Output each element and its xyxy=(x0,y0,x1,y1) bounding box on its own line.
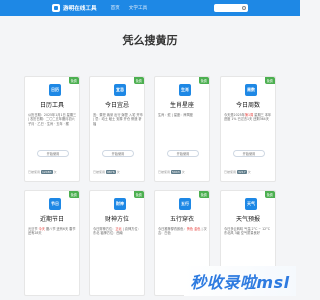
card-title: 近期节日 xyxy=(39,216,64,223)
five-elements-icon: 五行 xyxy=(179,198,191,210)
usage-number: 5043 xyxy=(170,170,181,174)
card-title: 五行穿衣 xyxy=(169,216,194,223)
nav: 首页 文学工具 xyxy=(111,5,157,11)
start-button[interactable]: 开始使用 xyxy=(102,150,134,157)
wealth-icon: 财神 xyxy=(114,198,126,210)
watermark: 秒收录啦msl xyxy=(184,266,296,296)
start-button[interactable]: 开始使用 xyxy=(37,150,69,157)
highlight-text: 黄色 金色 xyxy=(186,227,201,231)
icon-label: 五行 xyxy=(181,201,189,206)
usage-count: 已被使用 9876 次 xyxy=(93,170,120,174)
card-description: 公历日期：2025年1月1日 星期三 | 农历日期：二〇二五年腊月初六 子月 ·… xyxy=(28,113,77,126)
free-badge: 免费 xyxy=(133,191,144,198)
free-badge: 免费 xyxy=(198,191,209,198)
watermark-text: 秒收录啦msl xyxy=(190,273,290,292)
brand-name: 游明在线工具 xyxy=(63,6,97,12)
nav-item-home[interactable]: 首页 xyxy=(111,5,120,11)
icon-label: 节日 xyxy=(51,201,59,206)
card-title: 日历工具 xyxy=(39,102,64,109)
usage-unit: 次 xyxy=(181,170,185,174)
free-badge: 免费 xyxy=(198,77,209,84)
card-description: 今日多云转晴 气温 2°C ~ 12°C 东北风 3级 空气质量良好 xyxy=(224,227,270,236)
icon-label: 日历 xyxy=(51,87,59,92)
icon-label: 生肖 xyxy=(181,87,189,92)
usage-unit: 次 xyxy=(53,170,57,174)
free-badge: 免费 xyxy=(68,191,79,198)
usage-unit: 次 xyxy=(116,170,120,174)
card-description: 今天是2025年第1周 星期三 本年进度 1% 已过去1天 还剩364天 xyxy=(224,113,272,122)
zodiac-icon: 生肖 xyxy=(179,84,191,96)
highlight-text: 正北 xyxy=(115,227,122,231)
holiday-icon: 节日 xyxy=(49,198,61,210)
usage-unit: 次 xyxy=(247,170,251,174)
free-badge: 免费 xyxy=(68,77,79,84)
card-title: 今日宜忌 xyxy=(104,102,129,109)
start-button[interactable]: 开始使用 xyxy=(233,150,265,157)
icon-label: 财神 xyxy=(116,201,124,206)
highlight-text: 第1周 xyxy=(244,113,254,117)
usage-label: 已被使用 xyxy=(28,170,41,174)
calendar-icon: 日历 xyxy=(49,84,61,96)
tool-card-wealth-direction[interactable]: 免费 财神 财神方位 今日财神方位：正北 | 喜神方位：东北 福神方位：西南 xyxy=(89,190,145,296)
usage-number: 9876 xyxy=(105,170,116,174)
usage-label: 已被使用 xyxy=(158,170,171,174)
tool-card-calendar[interactable]: 免费 日历 日历工具 公历日期：2025年1月1日 星期三 | 农历日期：二〇二… xyxy=(24,76,80,182)
card-description: 生肖：蛇 | 星座：摩羯座 xyxy=(158,113,193,117)
page-title: 凭么搜黄历 xyxy=(122,34,178,47)
logo-icon xyxy=(52,4,60,12)
top-navbar: 游明在线工具 首页 文学工具 xyxy=(0,0,300,16)
card-description: 元旦节 今天 腊八节 还有6天 春节 还有28天 xyxy=(28,227,76,236)
almanac-icon: 宜忌 xyxy=(114,84,126,96)
card-description: 宜：祭祀 纳采 出行 嫁娶 入宅 开市 | 忌：动土 破土 安葬 开仓 修造 祈… xyxy=(93,113,143,126)
week-icon: 周数 xyxy=(245,84,257,96)
free-badge: 免费 xyxy=(264,77,275,84)
card-description: 今日财神方位：正北 | 喜神方位：东北 福神方位：西南 xyxy=(93,227,141,236)
usage-label: 已被使用 xyxy=(93,170,106,174)
usage-number: 12483 xyxy=(40,170,53,174)
start-button[interactable]: 开始使用 xyxy=(167,150,199,157)
tool-card-holidays[interactable]: 免费 节日 近期节日 元旦节 今天 腊八节 还有6天 春节 还有28天 xyxy=(24,190,80,296)
nav-item-literature-tools[interactable]: 文学工具 xyxy=(129,5,147,11)
usage-number: 3217 xyxy=(236,170,247,174)
weather-icon: 天气 xyxy=(245,198,257,210)
usage-count: 已被使用 3217 次 xyxy=(224,170,251,174)
tool-card-today-yiji[interactable]: 免费 宜忌 今日宜忌 宜：祭祀 纳采 出行 嫁娶 入宅 开市 | 忌：动土 破土… xyxy=(89,76,145,182)
free-badge: 免费 xyxy=(133,77,144,84)
tool-card-week-number[interactable]: 免费 周数 今日周数 今天是2025年第1周 星期三 本年进度 1% 已过去1天… xyxy=(220,76,276,182)
card-title: 财神方位 xyxy=(104,216,129,223)
card-title: 天气预报 xyxy=(235,216,260,223)
usage-label: 已被使用 xyxy=(224,170,237,174)
usage-count: 已被使用 5043 次 xyxy=(158,170,185,174)
icon-label: 周数 xyxy=(247,87,255,92)
card-title: 生肖星座 xyxy=(169,102,194,109)
tool-card-zodiac[interactable]: 免费 生肖 生肖星座 生肖：蛇 | 星座：摩羯座 开始使用 已被使用 5043 … xyxy=(154,76,210,182)
card-title: 今日周数 xyxy=(235,102,260,109)
card-description: 今日推荐穿衣颜色：黄色 金色 | 次吉：白色 xyxy=(158,227,207,236)
free-badge: 免费 xyxy=(264,191,275,198)
search-icon[interactable] xyxy=(242,6,246,10)
search-input[interactable] xyxy=(214,4,248,12)
brand[interactable]: 游明在线工具 xyxy=(52,4,97,12)
icon-label: 宜忌 xyxy=(116,87,124,92)
usage-count: 已被使用 12483 次 xyxy=(28,170,57,174)
icon-label: 天气 xyxy=(247,201,255,206)
highlight-text: 今天 xyxy=(38,227,45,231)
